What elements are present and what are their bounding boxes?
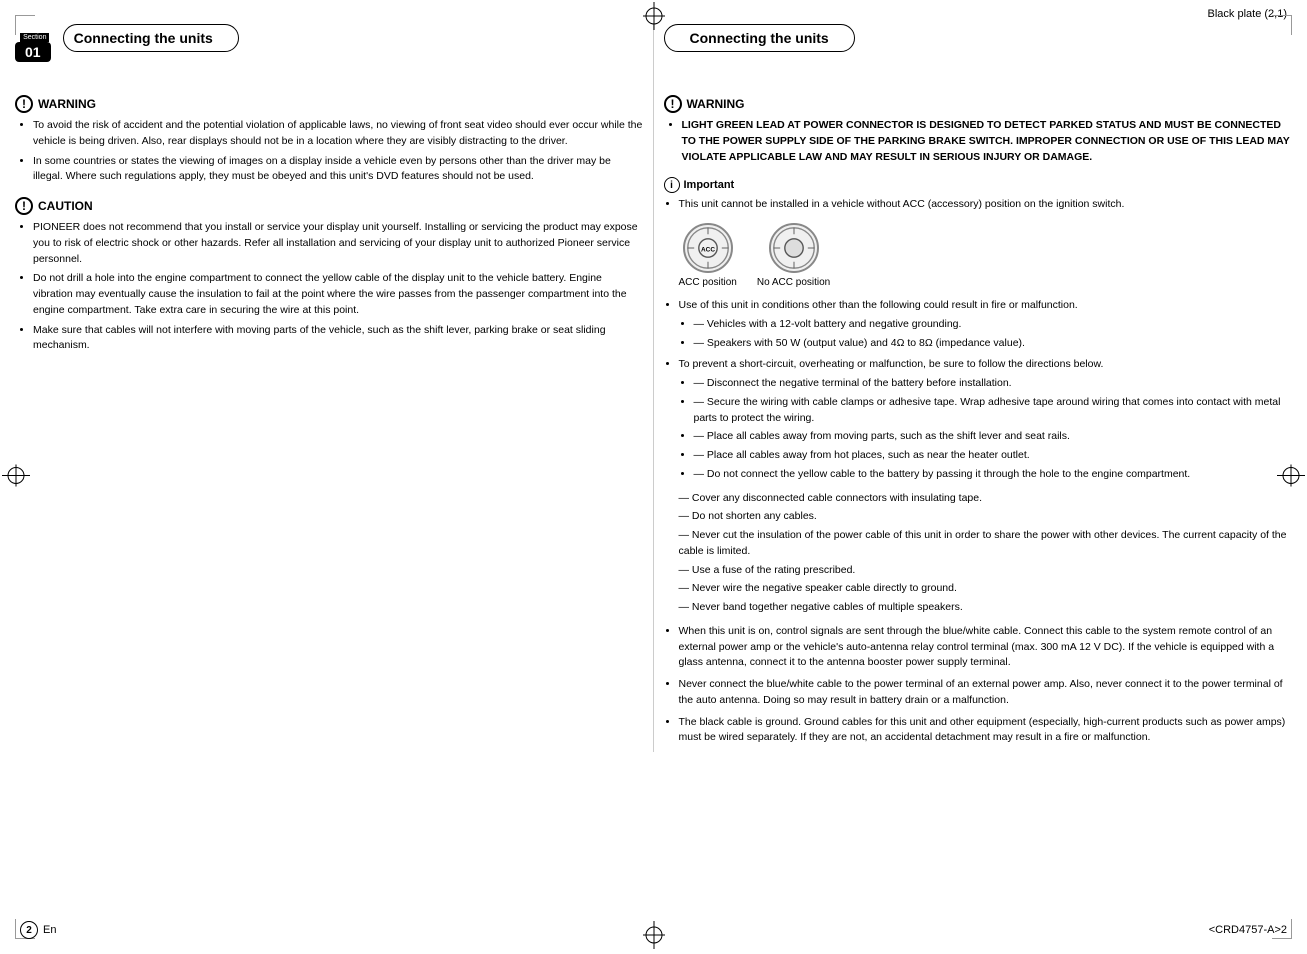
right-sub-list: Cover any disconnected cable connectors … [664,491,1293,616]
left-content: ! WARNING To avoid the risk of accident … [15,85,643,354]
page: Black plate (2,1) Section 01 Connecting … [0,0,1307,954]
right-sub-item-2: Do not shorten any cables. [664,509,1293,525]
no-acc-position-label: No ACC position [757,277,830,288]
no-acc-circle [769,223,819,273]
main-content: Section 01 Connecting the units ! WARNIN… [0,24,1307,752]
important-block: i Important This unit cannot be installe… [664,177,1293,213]
right-bullet-item-2: Never connect the blue/white cable to th… [679,677,1293,709]
right-bullet-list: When this unit is on, control signals ar… [664,624,1293,746]
left-sub-item-2-1: Disconnect the negative terminal of the … [694,376,1293,392]
caution-title: ! CAUTION [15,197,643,215]
warning-icon-2: ! [664,95,682,113]
right-bullet-item-3: The black cable is ground. Ground cables… [679,715,1293,747]
warning-block-2: ! WARNING LIGHT GREEN LEAD AT POWER CONN… [664,95,1293,165]
warning-list-2: LIGHT GREEN LEAD AT POWER CONNECTOR IS D… [664,118,1293,165]
warning-title-1: ! WARNING [15,95,643,113]
warning-bold-item: LIGHT GREEN LEAD AT POWER CONNECTOR IS D… [682,118,1293,165]
right-section-header: Connecting the units [664,24,1293,70]
svg-text:ACC: ACC [701,247,715,254]
page-number-area: 2 En [20,921,56,939]
warning-title-2: ! WARNING [664,95,1293,113]
caution-item-1: PIONEER does not recommend that you inst… [33,220,643,267]
important-title: i Important [664,177,1293,193]
page-circle: 2 [20,921,38,939]
warning-block-1: ! WARNING To avoid the risk of accident … [15,95,643,185]
left-sub-list-1: Vehicles with a 12-volt battery and nega… [679,317,1293,352]
right-content: ! WARNING LIGHT GREEN LEAD AT POWER CONN… [664,85,1293,746]
footer: 2 En <CRD4757-A>2 [0,921,1307,939]
acc-images: ACC ACC position [679,223,1293,288]
left-bullet-item-1: Use of this unit in conditions other tha… [679,298,1293,351]
warning-item-1-2: In some countries or states the viewing … [33,154,643,186]
warning-icon-1: ! [15,95,33,113]
acc-position-label: ACC position [679,277,737,288]
section-number: 01 [15,42,51,62]
no-acc-position-item: No ACC position [757,223,830,288]
reg-mark-top [643,2,665,33]
right-sub-item-1: Cover any disconnected cable connectors … [664,491,1293,507]
right-sub-item-3: Never cut the insulation of the power ca… [664,528,1293,560]
left-bullet-list: Use of this unit in conditions other tha… [664,298,1293,483]
warning-item-1-1: To avoid the risk of accident and the po… [33,118,643,150]
left-column: Section 01 Connecting the units ! WARNIN… [15,24,654,752]
right-sub-item-4: Use a fuse of the rating prescribed. [664,563,1293,579]
left-sub-item-2-2: Secure the wiring with cable clamps or a… [694,395,1293,427]
warning-list-1: To avoid the risk of accident and the po… [15,118,643,185]
caution-item-2: Do not drill a hole into the engine comp… [33,271,643,318]
footer-code: <CRD4757-A>2 [1209,924,1287,936]
left-sub-item-2-4: Place all cables away from hot places, s… [694,448,1293,464]
left-sub-list-2: Disconnect the negative terminal of the … [679,376,1293,483]
left-sub-item-2-3: Place all cables away from moving parts,… [694,429,1293,445]
important-icon: i [664,177,680,193]
caution-block: ! CAUTION PIONEER does not recommend tha… [15,197,643,354]
caution-item-3: Make sure that cables will not interfere… [33,323,643,355]
left-bullet-item-2: To prevent a short-circuit, overheating … [679,357,1293,482]
crop-mark-tl [15,15,35,35]
left-section-title: Connecting the units [63,24,239,52]
right-column: Connecting the units ! WARNING LIGHT GRE… [654,24,1293,752]
reg-mark-left [2,465,30,490]
caution-list: PIONEER does not recommend that you inst… [15,220,643,354]
right-sub-item-5: Never wire the negative speaker cable di… [664,581,1293,597]
right-section-title: Connecting the units [664,24,855,52]
left-section-header: Section 01 Connecting the units [15,24,643,70]
important-item-1: This unit cannot be installed in a vehic… [679,197,1293,213]
reg-mark-right [1277,465,1305,490]
right-sub-item-6: Never band together negative cables of m… [664,600,1293,616]
right-bullet-item-1: When this unit is on, control signals ar… [679,624,1293,671]
caution-icon: ! [15,197,33,215]
left-sub-item-1-2: Speakers with 50 W (output value) and 4Ω… [694,336,1293,352]
crop-mark-tr [1272,15,1292,35]
acc-position-item: ACC ACC position [679,223,737,288]
left-sub-item-2-5: Do not connect the yellow cable to the b… [694,467,1293,483]
left-sub-item-1-1: Vehicles with a 12-volt battery and nega… [694,317,1293,333]
important-list: This unit cannot be installed in a vehic… [664,197,1293,213]
acc-circle: ACC [683,223,733,273]
page-lang: En [43,924,56,936]
